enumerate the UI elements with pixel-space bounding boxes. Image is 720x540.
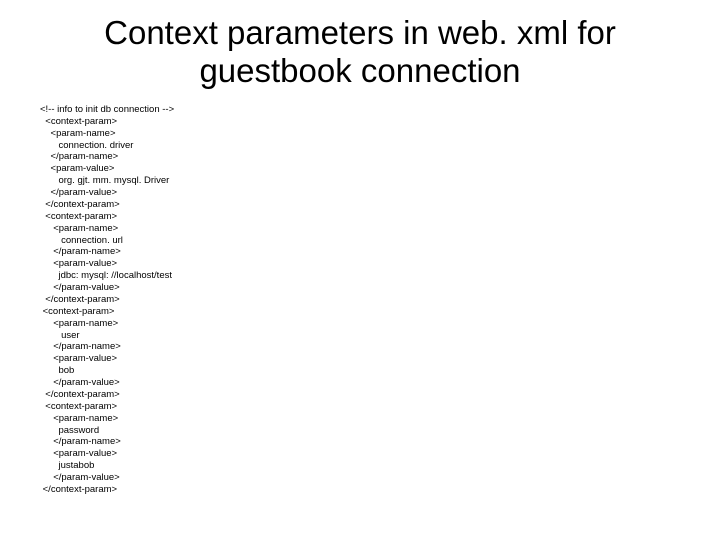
title-line-1: Context parameters in web. xml for [104,14,616,51]
slide-title: Context parameters in web. xml for guest… [40,14,680,90]
title-line-2: guestbook connection [199,52,520,89]
slide: Context parameters in web. xml for guest… [0,0,720,540]
code-block: <!-- info to init db connection --> <con… [40,104,680,496]
